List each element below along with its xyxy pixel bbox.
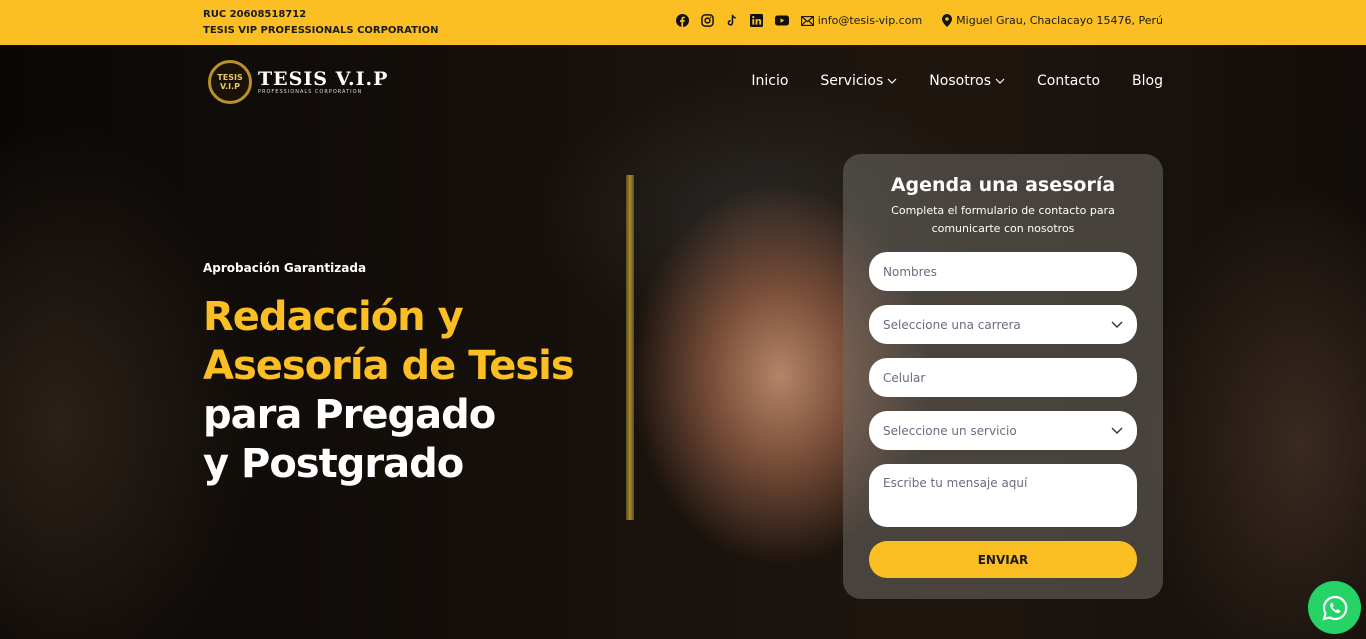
ruc-text: RUC 20608518712 bbox=[203, 9, 307, 20]
phone-input[interactable]: Celular bbox=[869, 358, 1137, 397]
address-text: Miguel Grau, Chaclacayo 15476, Perú bbox=[956, 14, 1163, 27]
contact-form: Agenda una asesoría Completa el formular… bbox=[843, 154, 1163, 599]
youtube-icon[interactable] bbox=[774, 15, 789, 26]
tassel-decoration bbox=[626, 175, 634, 520]
nav-servicios[interactable]: Servicios bbox=[820, 73, 897, 89]
nav-inicio[interactable]: Inicio bbox=[751, 73, 788, 89]
career-select[interactable]: Seleccione una carrera bbox=[869, 305, 1137, 344]
email-text: info@tesis-vip.com bbox=[817, 14, 923, 27]
service-select[interactable]: Seleccione un servicio bbox=[869, 411, 1137, 450]
email-link[interactable]: info@tesis-vip.com bbox=[800, 14, 923, 27]
hero-kicker: Aprobación Garantizada bbox=[203, 261, 367, 275]
map-pin-icon bbox=[942, 14, 953, 27]
chevron-down-icon bbox=[887, 78, 897, 84]
address-link[interactable]: Miguel Grau, Chaclacayo 15476, Perú bbox=[942, 14, 1163, 27]
whatsapp-button[interactable] bbox=[1308, 581, 1361, 634]
hero-headline: Redacción y Asesoría de Tesis para Prega… bbox=[203, 294, 575, 487]
whatsapp-icon bbox=[1321, 595, 1347, 621]
main-nav: Inicio Servicios Nosotros Contacto Blog bbox=[751, 73, 1163, 89]
instagram-icon[interactable] bbox=[700, 14, 714, 27]
tiktok-icon[interactable] bbox=[726, 14, 738, 27]
chevron-down-icon bbox=[1111, 427, 1123, 434]
nav-blog[interactable]: Blog bbox=[1132, 73, 1163, 89]
top-bar: RUC 20608518712 TESIS VIP PROFESSIONALS … bbox=[0, 0, 1366, 45]
submit-button[interactable]: ENVIAR bbox=[869, 541, 1137, 578]
envelope-icon bbox=[800, 15, 814, 26]
logo[interactable]: TESIS V.I.P TESIS V.I.P PROFESSIONALS COR… bbox=[208, 60, 388, 104]
hero-section: TESIS V.I.P TESIS V.I.P PROFESSIONALS COR… bbox=[0, 45, 1366, 639]
company-name: TESIS VIP PROFESSIONALS CORPORATION bbox=[203, 25, 439, 36]
logo-brand: TESIS V.I.P bbox=[258, 68, 389, 90]
linkedin-icon[interactable] bbox=[749, 14, 763, 27]
nav-nosotros[interactable]: Nosotros bbox=[929, 73, 1005, 89]
name-input[interactable]: Nombres bbox=[869, 252, 1137, 291]
logo-seal: TESIS V.I.P bbox=[208, 60, 252, 104]
message-textarea[interactable]: Escribe tu mensaje aquí bbox=[869, 464, 1137, 527]
chevron-down-icon bbox=[1111, 321, 1123, 328]
form-title: Agenda una asesoría bbox=[890, 174, 1116, 196]
nav-contacto[interactable]: Contacto bbox=[1037, 73, 1100, 89]
chevron-down-icon bbox=[995, 78, 1005, 84]
facebook-icon[interactable] bbox=[675, 14, 689, 27]
form-subtitle: Completa el formulario de contacto para … bbox=[891, 204, 1115, 235]
